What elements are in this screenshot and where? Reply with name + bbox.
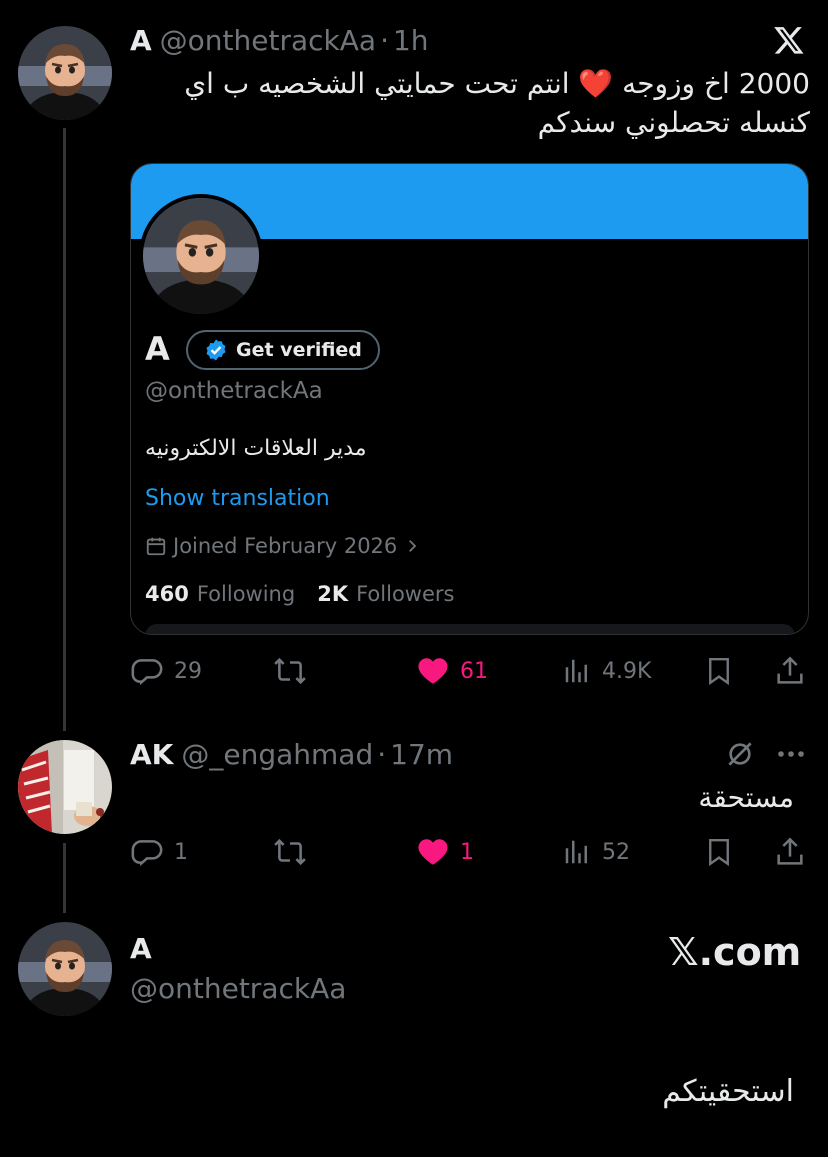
- card-avatar: [139, 194, 263, 318]
- following-count[interactable]: 460: [145, 582, 189, 606]
- like-count: 61: [460, 658, 488, 684]
- reply-count: 29: [174, 658, 202, 684]
- like-button[interactable]: 1: [416, 835, 474, 869]
- bookmark-icon: [704, 835, 734, 869]
- share-icon: [774, 654, 806, 688]
- follow-stats: 460 Following 2K Followers: [145, 582, 454, 606]
- card-name: A: [145, 330, 170, 368]
- more-icon[interactable]: [776, 746, 806, 766]
- post-text-line: 2000 اخ وزوجه ❤️ انتم تحت حمايتي الشخصيه…: [184, 67, 810, 100]
- joined-date: Joined February 2026: [173, 534, 398, 558]
- views-count: 4.9K: [602, 658, 652, 684]
- reply-icon: [130, 654, 164, 688]
- get-verified-label: Get verified: [236, 339, 362, 361]
- share-icon: [774, 835, 806, 869]
- calendar-icon: [145, 535, 167, 557]
- chevron-right-icon[interactable]: [403, 537, 421, 555]
- share-button[interactable]: [774, 654, 806, 688]
- get-verified-button[interactable]: Get verified: [186, 330, 380, 370]
- reply-icon: [130, 835, 164, 869]
- post-text: مستحقة: [698, 781, 794, 814]
- author-handle[interactable]: @onthetrackAa: [130, 972, 346, 1005]
- repost-button[interactable]: [272, 654, 308, 688]
- profile-card[interactable]: A Get verified @onthetrackAa مدير العلاق…: [130, 163, 809, 635]
- followers-label[interactable]: Followers: [356, 582, 454, 606]
- thread-connector: [63, 128, 66, 731]
- like-count: 1: [460, 839, 474, 865]
- joined-row: Joined February 2026: [145, 534, 421, 558]
- card-bio: مدير العلاقات الالكترونيه: [145, 436, 367, 461]
- author-handle[interactable]: @onthetrackAa: [160, 24, 376, 57]
- post-time[interactable]: 1h: [393, 24, 429, 57]
- separator-dot: ·: [377, 738, 387, 771]
- post-time[interactable]: 17m: [390, 738, 453, 771]
- post-text: استحقيتكم: [662, 1074, 794, 1109]
- heart-icon: [416, 654, 450, 688]
- card-bottom-bar: [145, 624, 795, 634]
- brand-watermark: 𝕏.com: [668, 930, 802, 974]
- bookmark-button[interactable]: [704, 654, 734, 688]
- reply-count: 1: [174, 839, 188, 865]
- show-translation-link[interactable]: Show translation: [145, 486, 330, 511]
- post-text-line: كنسله تحصلوني سندكم: [537, 106, 810, 139]
- reply-button[interactable]: 1: [130, 835, 188, 869]
- views-count: 52: [602, 839, 630, 865]
- card-handle: @onthetrackAa: [145, 378, 323, 404]
- views-button[interactable]: 52: [562, 835, 630, 869]
- avatar[interactable]: [18, 740, 112, 834]
- avatar[interactable]: [18, 26, 112, 120]
- avatar[interactable]: [18, 922, 112, 1016]
- thread-connector: [63, 843, 66, 913]
- post-header: AK @_engahmad · 17m: [130, 738, 453, 771]
- verified-badge-icon: [204, 338, 228, 362]
- followers-count[interactable]: 2K: [317, 582, 348, 606]
- heart-icon: [416, 835, 450, 869]
- share-button[interactable]: [774, 835, 806, 869]
- author-name[interactable]: A: [130, 932, 152, 965]
- author-handle[interactable]: @_engahmad: [181, 738, 373, 771]
- bookmark-button[interactable]: [704, 835, 734, 869]
- repost-icon: [272, 835, 308, 869]
- grok-icon[interactable]: [724, 738, 756, 774]
- post-text: 2000 اخ وزوجه ❤️ انتم تحت حمايتي الشخصيه…: [130, 64, 810, 142]
- x-logo-icon: [772, 24, 806, 60]
- repost-icon: [272, 654, 308, 688]
- views-icon: [562, 835, 592, 869]
- post-header: A @onthetrackAa · 1h: [130, 24, 429, 57]
- repost-button[interactable]: [272, 835, 308, 869]
- like-button[interactable]: 61: [416, 654, 488, 688]
- views-icon: [562, 654, 592, 688]
- following-label[interactable]: Following: [197, 582, 295, 606]
- author-name[interactable]: A: [130, 24, 152, 57]
- author-name[interactable]: AK: [130, 738, 173, 771]
- views-button[interactable]: 4.9K: [562, 654, 651, 688]
- reply-button[interactable]: 29: [130, 654, 202, 688]
- bookmark-icon: [704, 654, 734, 688]
- separator-dot: ·: [380, 24, 389, 57]
